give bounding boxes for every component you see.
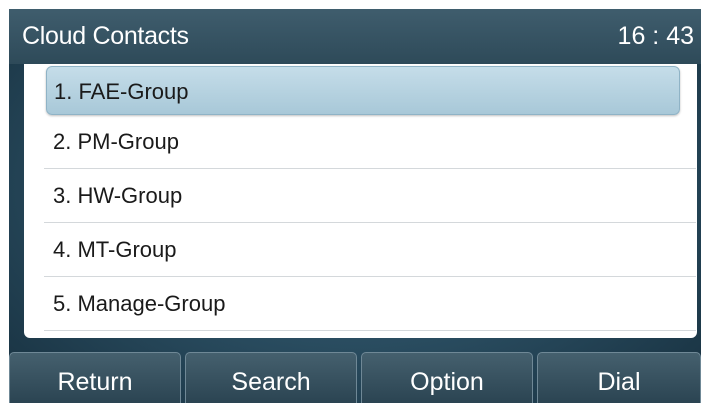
list-item-label: 5. Manage-Group [53, 291, 226, 316]
list-item-hw-group[interactable]: 3. HW-Group [44, 169, 696, 223]
title-bar: Cloud Contacts 16 : 43 [9, 9, 701, 64]
option-button[interactable]: Option [361, 352, 533, 403]
clock: 16 : 43 [617, 22, 694, 50]
list-item-mt-group[interactable]: 4. MT-Group [44, 223, 696, 277]
list-item-label: 4. MT-Group [53, 237, 177, 262]
list-item-label: 2. PM-Group [53, 129, 179, 154]
return-button[interactable]: Return [9, 352, 181, 403]
search-button[interactable]: Search [185, 352, 357, 403]
list-item-label: 1. FAE-Group [54, 79, 189, 104]
softkey-bar: Return Search Option Dial [9, 352, 701, 403]
group-list: 1. FAE-Group 2. PM-Group 3. HW-Group 4. … [44, 64, 696, 331]
list-item-fae-group[interactable]: 1. FAE-Group [46, 66, 680, 115]
list-item-pm-group[interactable]: 2. PM-Group [44, 115, 696, 169]
list-item-manage-group[interactable]: 5. Manage-Group [44, 277, 696, 331]
contact-list-panel: 1. FAE-Group 2. PM-Group 3. HW-Group 4. … [24, 64, 697, 338]
list-item-label: 3. HW-Group [53, 183, 183, 208]
dial-button[interactable]: Dial [537, 352, 701, 403]
screen-title: Cloud Contacts [22, 22, 189, 50]
phone-screen: Cloud Contacts 16 : 43 1. FAE-Group 2. P… [9, 9, 701, 403]
